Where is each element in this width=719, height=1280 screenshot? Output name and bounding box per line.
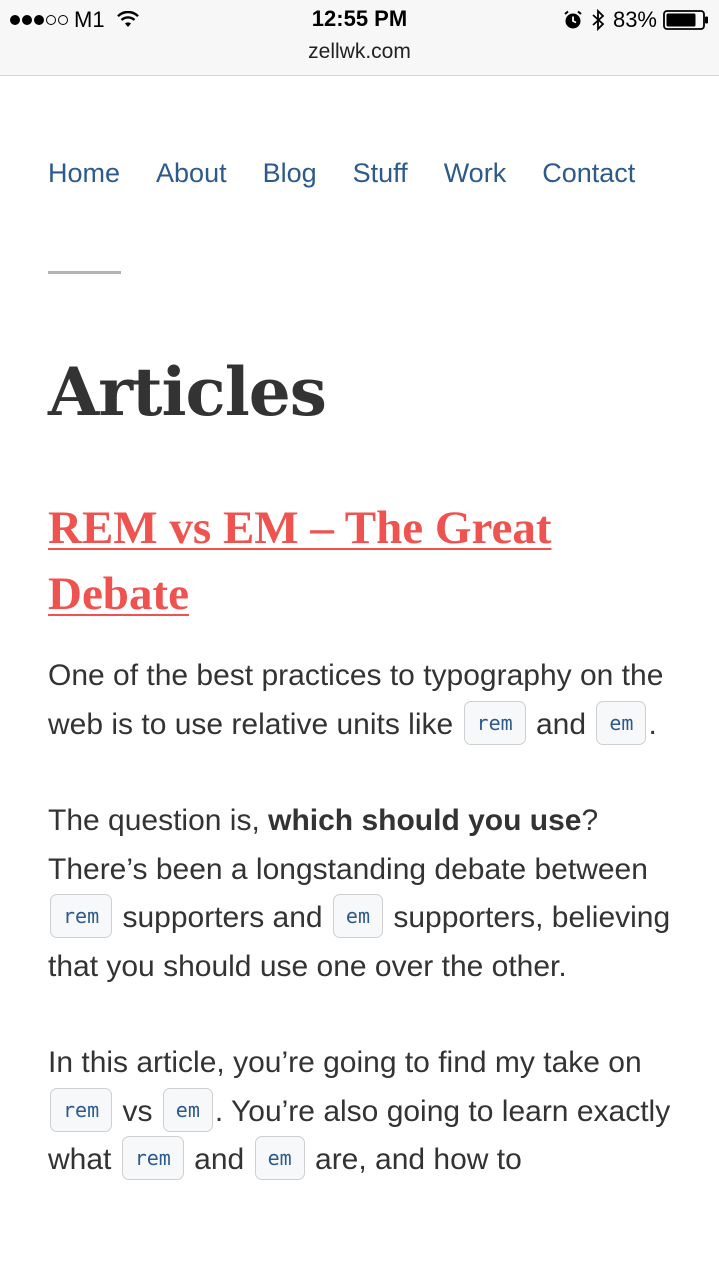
inline-code: rem: [50, 894, 113, 939]
alarm-icon: [564, 10, 582, 29]
article-excerpt: One of the best practices to typography …: [48, 652, 688, 1233]
paragraph-3: In this article, you’re going to find my…: [48, 1039, 688, 1185]
nav-link-about[interactable]: About: [156, 155, 227, 191]
inline-code: em: [254, 1136, 305, 1181]
header-divider: [48, 271, 121, 274]
site-nav: Home About Blog Stuff Work Contact: [48, 155, 635, 191]
text-run: are, and how to: [306, 1143, 522, 1176]
article-title: REM vs EM – The Great Debate: [48, 495, 688, 627]
battery-icon: [663, 10, 708, 30]
address-bar-url[interactable]: zellwk.com: [0, 40, 719, 64]
text-run: In this article, you’re going to find my…: [48, 1046, 642, 1079]
article-title-link[interactable]: REM vs EM – The Great Debate: [48, 502, 551, 620]
bluetooth-icon: [592, 9, 605, 31]
text-run: and: [185, 1143, 253, 1176]
bold-text: which should you use: [268, 804, 582, 837]
text-run: vs: [114, 1094, 161, 1128]
inline-code: em: [596, 700, 647, 745]
text-run: and: [527, 707, 595, 741]
text-run: The question is,: [48, 804, 269, 837]
nav-link-contact[interactable]: Contact: [542, 155, 635, 191]
battery-percentage: 83%: [612, 7, 657, 32]
paragraph-2: The question is, which should you use? T…: [48, 797, 688, 991]
text-run: .: [648, 707, 657, 741]
paragraph-1: One of the best practices to typography …: [48, 652, 688, 749]
status-right: 83%: [563, 6, 709, 34]
inline-code: em: [332, 894, 384, 939]
page-title: Articles: [48, 353, 327, 431]
inline-code: rem: [50, 1087, 113, 1132]
text-run: supporters and: [114, 901, 331, 934]
inline-code: em: [162, 1087, 213, 1132]
inline-code: rem: [463, 700, 526, 745]
nav-link-stuff[interactable]: Stuff: [353, 155, 408, 191]
nav-link-work[interactable]: Work: [444, 155, 507, 191]
nav-link-home[interactable]: Home: [48, 155, 120, 191]
nav-link-blog[interactable]: Blog: [263, 155, 317, 191]
inline-code: rem: [121, 1136, 184, 1181]
status-bar: M1 12:55 PM 83% zellwk.com: [0, 0, 719, 76]
